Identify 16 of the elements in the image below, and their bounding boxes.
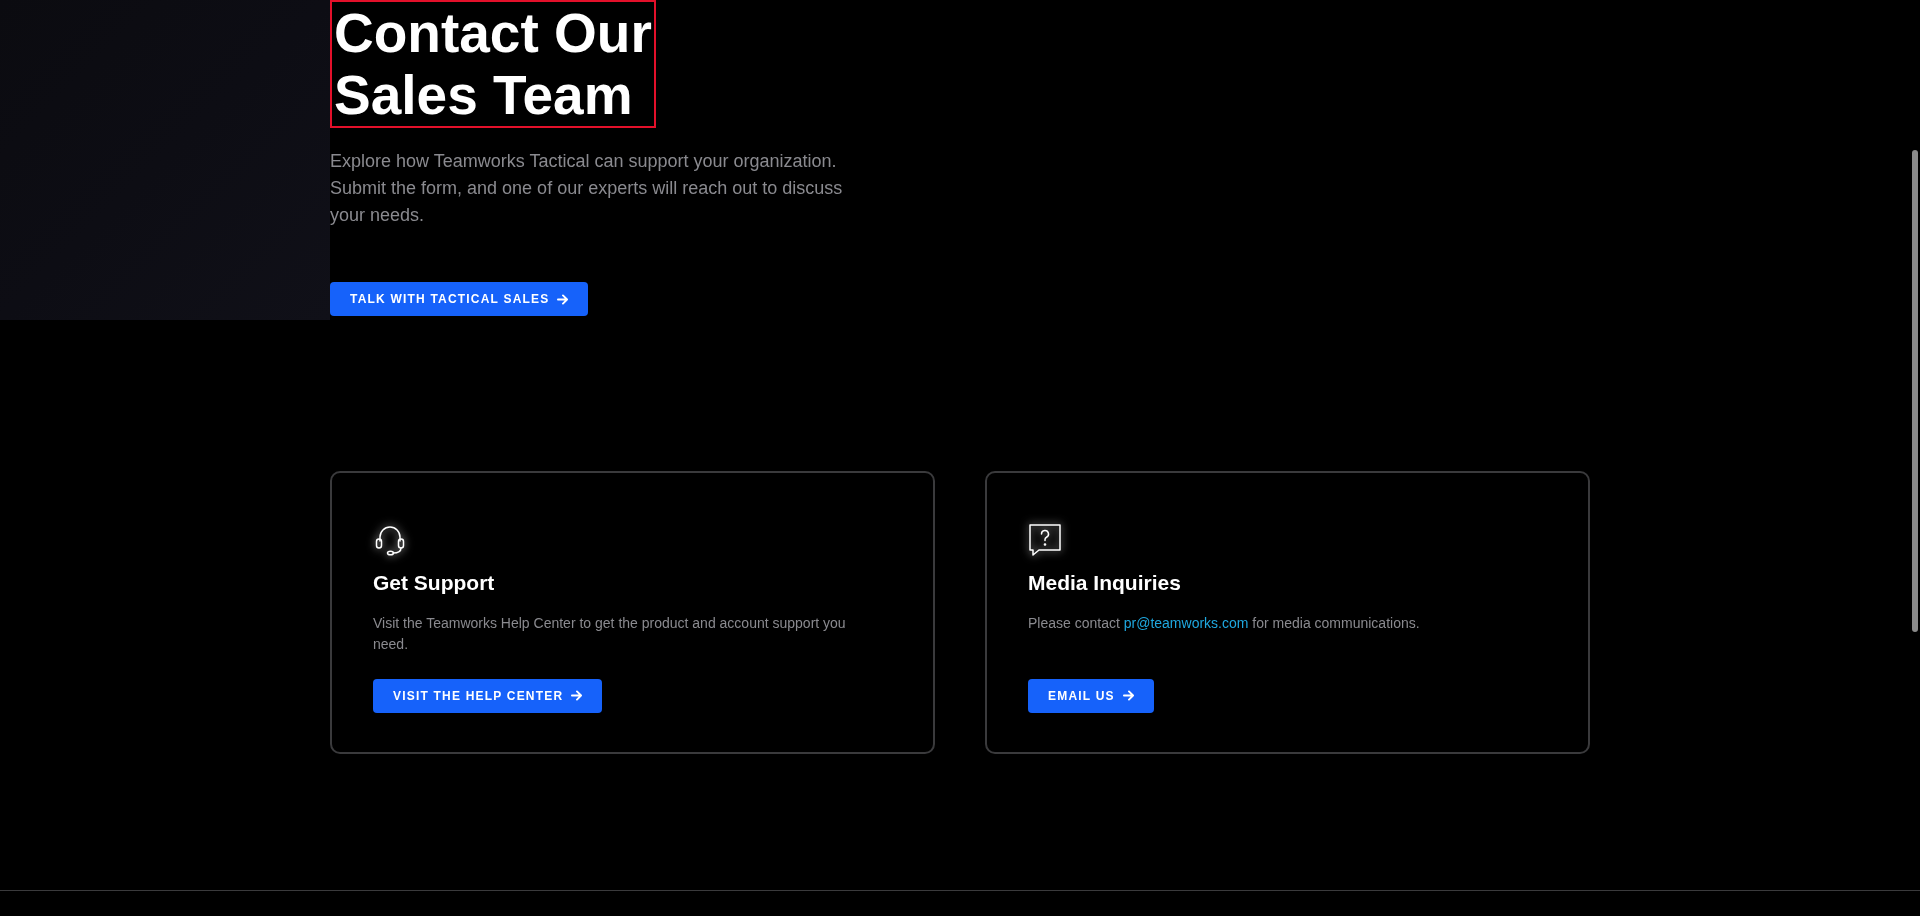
page-title: Contact Our Sales Team xyxy=(330,0,656,128)
headset-icon xyxy=(373,523,407,557)
intro-text: Explore how Teamworks Tactical can support your organization. Submit the form, and one of our experts will reach out to discuss your needs. xyxy=(330,150,844,227)
sales-button[interactable]: TALK WITH TACTICAL SALES xyxy=(330,282,589,316)
card-title: Media Inquiries xyxy=(1028,570,1182,596)
arrow-right-icon xyxy=(557,293,569,305)
question-bubble-icon xyxy=(1028,523,1062,557)
card-title: Get Support xyxy=(373,570,496,596)
email-link[interactable]: pr@teamworks.com xyxy=(1123,614,1249,631)
scrollbar-thumb[interactable] xyxy=(1912,150,1918,632)
card-text: Please contact pr@teamworks.com for media communications. xyxy=(1028,613,1421,633)
arrow-right-icon xyxy=(571,690,583,701)
email-button[interactable]: EMAIL US xyxy=(1028,678,1154,713)
help-center-button[interactable]: VISIT THE HELP CENTER xyxy=(373,678,603,713)
arrow-right-icon xyxy=(1122,690,1134,701)
card-text: Visit the Teamworks Help Center to get the product and account support you need. xyxy=(373,613,847,654)
